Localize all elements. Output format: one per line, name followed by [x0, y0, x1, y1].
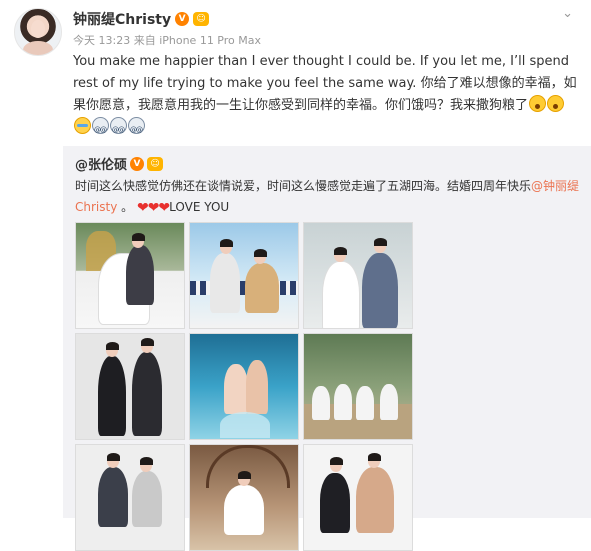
photo-thumbnail[interactable] — [303, 222, 413, 329]
tear-face-icon — [74, 117, 91, 134]
member-badge-icon: ☺ — [193, 12, 210, 26]
shock-face-icon — [529, 95, 547, 112]
repost-author-name[interactable]: @张伦硕 — [75, 154, 127, 173]
chevron-down-icon[interactable]: ⌄ — [562, 6, 573, 21]
photo-thumbnail[interactable] — [75, 222, 185, 329]
post-header: 钟丽缇Christy V ☺ — [73, 9, 210, 29]
heart-icon: ❤❤❤ — [136, 200, 170, 216]
photo-thumbnail[interactable] — [189, 444, 299, 551]
member-badge-icon: ☺ — [147, 156, 164, 171]
verified-icon: V — [175, 12, 190, 26]
avatar[interactable] — [14, 8, 62, 56]
photo-thumbnail[interactable] — [189, 333, 299, 440]
dizzy-face-icon — [110, 117, 127, 141]
shock-face-icon — [547, 95, 565, 112]
love-text: LOVE YOU — [169, 200, 230, 214]
post-text: You make me happier than I ever thought … — [73, 51, 578, 141]
repost-card[interactable]: @张伦硕 V ☺ 时间这么快感觉仿佛还在谈情说爱，时间这么慢感觉走遍了五湖四海。… — [63, 146, 591, 551]
photo-thumbnail[interactable] — [303, 333, 413, 440]
dizzy-face-icon — [128, 117, 145, 141]
photo-thumbnail[interactable] — [303, 444, 413, 551]
repost-text-end: 。 — [117, 200, 134, 214]
post-meta: 今天 13:23 来自 iPhone 11 Pro Max — [73, 34, 261, 47]
photo-thumbnail[interactable] — [189, 222, 299, 329]
post-author-name[interactable]: 钟丽缇Christy — [73, 9, 171, 29]
verified-icon: V — [130, 156, 145, 171]
dizzy-face-icon — [92, 117, 109, 141]
repost-text: 时间这么快感觉仿佛还在谈情说爱，时间这么慢感觉走遍了五湖四海。结婚四周年快乐@钟… — [75, 176, 580, 219]
photo-thumbnail[interactable] — [75, 444, 185, 551]
repost-text-body: 时间这么快感觉仿佛还在谈情说爱，时间这么慢感觉走遍了五湖四海。结婚四周年快乐 — [75, 179, 532, 193]
photo-thumbnail[interactable] — [75, 333, 185, 440]
